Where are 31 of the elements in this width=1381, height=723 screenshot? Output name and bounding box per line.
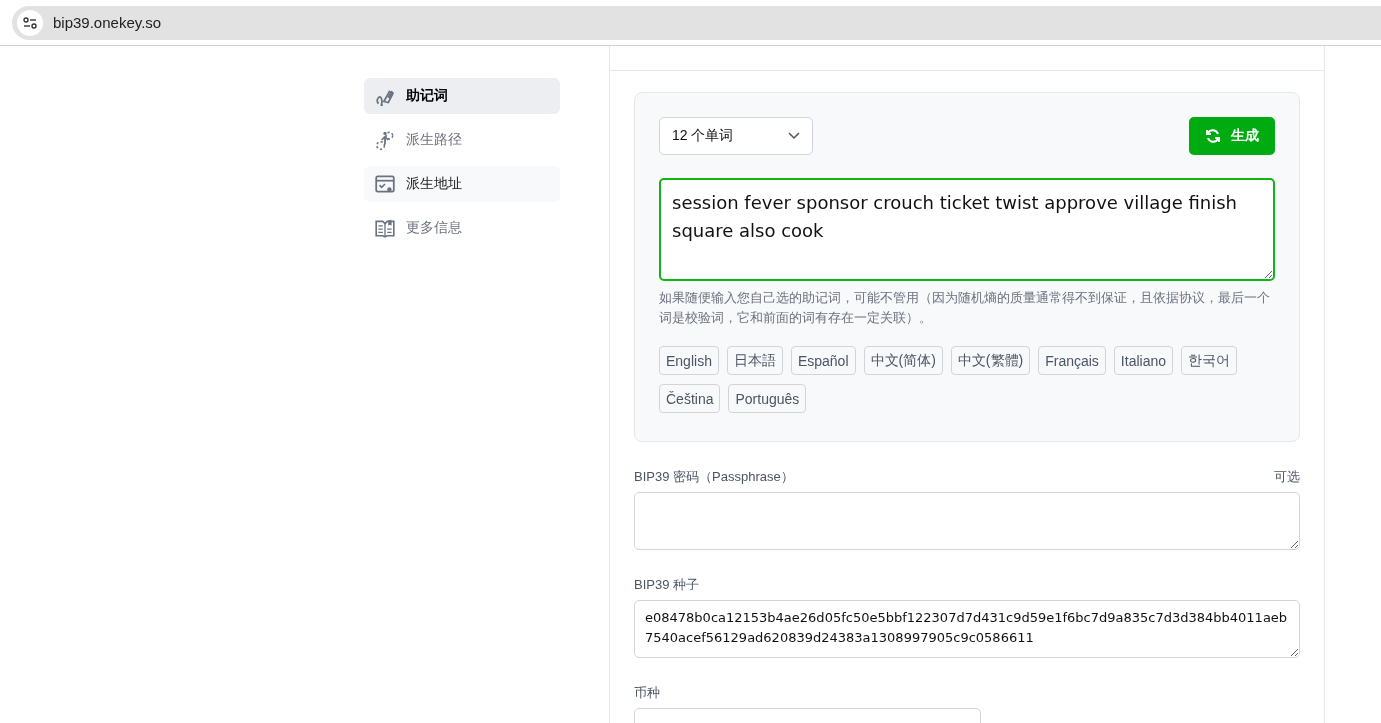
address-bar[interactable]: bip39.onekey.so xyxy=(12,5,1381,40)
sidebar-item[interactable]: 助记词 xyxy=(364,78,560,114)
dotted-path-icon xyxy=(374,129,396,151)
mnemonic-hint: 如果随便输入您自己选的助记词，可能不管用（因为随机熵的质量通常得不到保证，且依据协议，最后一个词是校验词，它和前面的词有存在一定关联）。 xyxy=(659,290,1271,327)
language-option[interactable]: 日本語 xyxy=(726,346,783,375)
book-icon xyxy=(374,217,396,239)
language-option[interactable]: English xyxy=(659,346,719,375)
language-option[interactable]: 中文(繁體) xyxy=(950,346,1031,375)
language-option[interactable]: Português xyxy=(728,384,807,413)
word-count-select[interactable]: 12 个单词 xyxy=(659,117,813,155)
seed-label: BIP39 种子 xyxy=(634,576,700,594)
sidebar-item[interactable]: 派生路径 xyxy=(364,122,560,158)
browser-window-icon xyxy=(374,173,396,195)
language-option[interactable]: 한국어 xyxy=(1181,346,1237,375)
passphrase-label: BIP39 密码（Passphrase） xyxy=(634,468,794,486)
chevron-down-icon xyxy=(788,132,800,140)
language-option[interactable]: Français xyxy=(1038,346,1106,375)
url-text: bip39.onekey.so xyxy=(53,14,162,31)
language-option[interactable]: Italiano xyxy=(1113,346,1173,375)
sidebar-item[interactable]: 更多信息 xyxy=(364,210,560,246)
mnemonic-input[interactable]: session fever sponsor crouch ticket twist approve village finish square also cook xyxy=(659,178,1275,281)
seed-output[interactable]: e08478b0ca12153b4ae26d05fc50e5bbf122307d7d431c9d59e1f6bc7d9a835c7d3d384bb4011aeb7540acef56129ad620839d24383a1308997905c9c0586611 xyxy=(634,600,1300,658)
optional-label: 可选 xyxy=(1274,468,1300,486)
language-option[interactable]: Español xyxy=(790,346,856,375)
site-settings-icon[interactable] xyxy=(17,9,43,36)
passphrase-input[interactable] xyxy=(634,492,1300,550)
coin-label: 币种 xyxy=(634,684,660,702)
language-option[interactable]: 中文(简体) xyxy=(863,346,943,375)
refresh-icon xyxy=(1205,128,1221,144)
sidebar-item[interactable]: 派生地址 xyxy=(364,166,560,202)
language-option[interactable]: Čeština xyxy=(659,384,721,413)
